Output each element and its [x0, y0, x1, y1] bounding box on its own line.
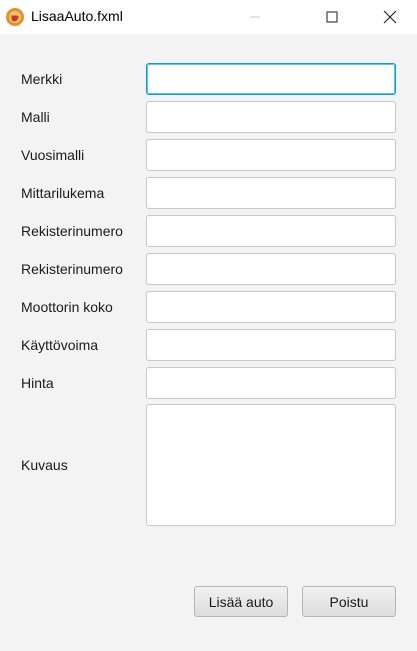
merkki-input[interactable] — [146, 63, 396, 95]
field-label-malli: Malli — [21, 109, 50, 125]
car-form: Merkki Malli Vuosimalli Mittarilukema Re… — [0, 34, 417, 651]
maximize-button[interactable] — [309, 0, 355, 34]
exit-button[interactable]: Poistu — [302, 586, 396, 617]
rekisterinumero-input-1[interactable] — [146, 215, 396, 247]
java-coffee-icon — [5, 7, 25, 27]
title-bar[interactable]: LisaaAuto.fxml — [0, 0, 417, 34]
field-label-kayttovoima: Käyttövoima — [21, 337, 99, 353]
maximize-icon — [326, 11, 338, 23]
field-label-rekisterinumero-2: Rekisterinumero — [21, 261, 123, 277]
field-label-rekisterinumero-1: Rekisterinumero — [21, 223, 123, 239]
field-label-vuosimalli: Vuosimalli — [21, 147, 85, 163]
field-label-mittarilukema: Mittarilukema — [21, 185, 105, 201]
rekisterinumero-input-2[interactable] — [146, 253, 396, 285]
add-car-button[interactable]: Lisää auto — [194, 586, 288, 617]
close-button[interactable] — [367, 0, 413, 34]
field-label-merkki: Merkki — [21, 71, 63, 87]
close-icon — [383, 10, 397, 24]
moottorin-koko-input[interactable] — [146, 291, 396, 323]
vuosimalli-input[interactable] — [146, 139, 396, 171]
mittarilukema-input[interactable] — [146, 177, 396, 209]
field-label-moottorin-koko: Moottorin koko — [21, 299, 113, 315]
kayttovoima-input[interactable] — [146, 329, 396, 361]
field-label-kuvaus: Kuvaus — [21, 457, 68, 473]
malli-input[interactable] — [146, 101, 396, 133]
field-label-hinta: Hinta — [21, 375, 54, 391]
minimize-icon — [250, 16, 260, 18]
kuvaus-textarea[interactable] — [146, 404, 396, 526]
window-title: LisaaAuto.fxml — [31, 8, 123, 24]
hinta-input[interactable] — [146, 367, 396, 399]
minimize-button[interactable] — [232, 0, 278, 34]
